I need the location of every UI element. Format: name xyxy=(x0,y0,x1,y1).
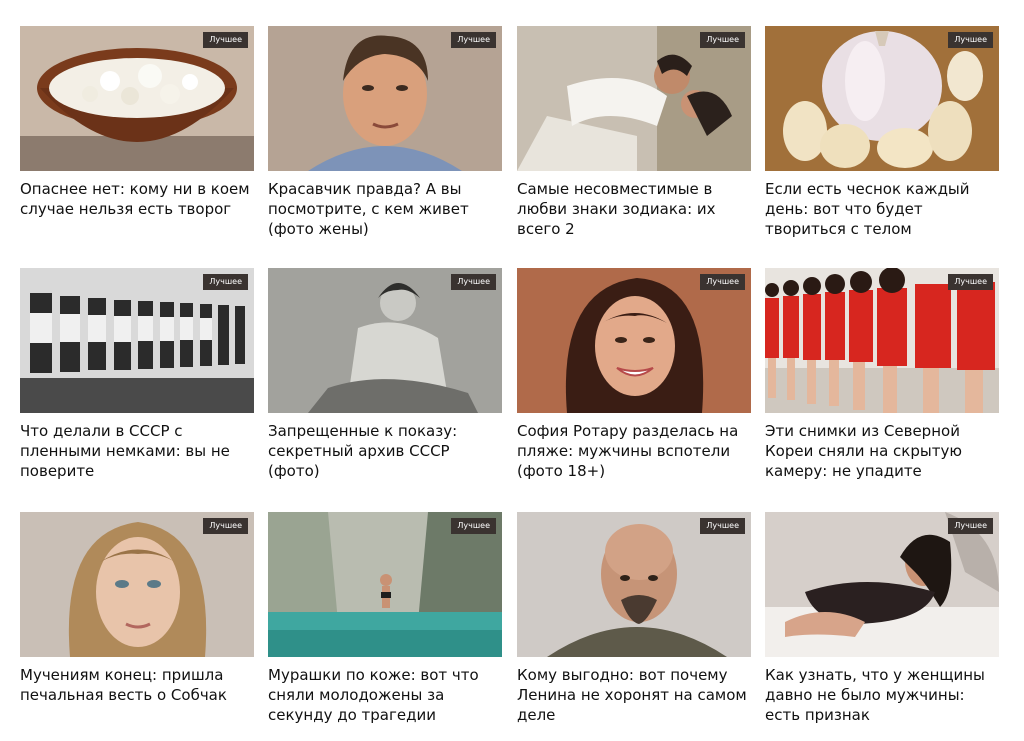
article-thumbnail[interactable]: Лучшее xyxy=(20,512,254,657)
badge-best: Лучшее xyxy=(700,518,745,534)
article-thumbnail[interactable]: Лучшее xyxy=(765,512,999,657)
article-thumbnail[interactable]: Лучшее xyxy=(517,26,751,171)
badge-best: Лучшее xyxy=(948,274,993,290)
badge-best: Лучшее xyxy=(203,32,248,48)
article-thumbnail[interactable]: Лучшее xyxy=(20,268,254,413)
article-title[interactable]: Опаснее нет: кому ни в коем случае нельз… xyxy=(20,179,254,219)
article-card[interactable]: Лучшее Запрещенные к показу: секретный а… xyxy=(268,268,502,481)
badge-best: Лучшее xyxy=(451,274,496,290)
article-title[interactable]: Как узнать, что у женщины давно не было … xyxy=(765,665,999,725)
badge-best: Лучшее xyxy=(203,274,248,290)
badge-best: Лучшее xyxy=(700,32,745,48)
article-title[interactable]: Красавчик правда? А вы посмотрите, с кем… xyxy=(268,179,502,239)
article-card[interactable]: Лучшее Кому выгодно: вот почему Ленина н… xyxy=(517,512,751,725)
article-title[interactable]: София Ротару разделась на пляже: мужчины… xyxy=(517,421,751,481)
badge-best: Лучшее xyxy=(451,32,496,48)
article-thumbnail[interactable]: Лучшее xyxy=(765,268,999,413)
article-card[interactable]: Лучшее Если есть чеснок каждый день: вот… xyxy=(765,26,999,239)
article-card[interactable]: Лучшее Опаснее нет: кому ни в коем случа… xyxy=(20,26,254,219)
article-card[interactable]: Лучшее София Ротару разделась на пляже: … xyxy=(517,268,751,481)
article-card[interactable]: Лучшее Мучениям конец: пришла печальная … xyxy=(20,512,254,705)
badge-best: Лучшее xyxy=(948,32,993,48)
article-card[interactable]: Лучшее Эти снимки из Северной Кореи снял… xyxy=(765,268,999,481)
article-card[interactable]: Лучшее Мурашки по коже: вот что сняли мо… xyxy=(268,512,502,725)
article-thumbnail[interactable]: Лучшее xyxy=(517,512,751,657)
article-thumbnail[interactable]: Лучшее xyxy=(517,268,751,413)
article-title[interactable]: Кому выгодно: вот почему Ленина не хорон… xyxy=(517,665,751,725)
article-thumbnail[interactable]: Лучшее xyxy=(20,26,254,171)
badge-best: Лучшее xyxy=(203,518,248,534)
badge-best: Лучшее xyxy=(700,274,745,290)
article-title[interactable]: Самые несовместимые в любви знаки зодиак… xyxy=(517,179,751,239)
article-thumbnail[interactable]: Лучшее xyxy=(765,26,999,171)
article-title[interactable]: Запрещенные к показу: секретный архив СС… xyxy=(268,421,502,481)
article-grid: Лучшее Опаснее нет: кому ни в коем случа… xyxy=(0,0,1024,741)
badge-best: Лучшее xyxy=(451,518,496,534)
article-card[interactable]: Лучшее Что делали в СССР с пленными немк… xyxy=(20,268,254,481)
article-title[interactable]: Эти снимки из Северной Кореи сняли на ск… xyxy=(765,421,999,481)
article-title[interactable]: Если есть чеснок каждый день: вот что бу… xyxy=(765,179,999,239)
article-thumbnail[interactable]: Лучшее xyxy=(268,26,502,171)
article-title[interactable]: Что делали в СССР с пленными немками: вы… xyxy=(20,421,254,481)
article-card[interactable]: Лучшее Как узнать, что у женщины давно н… xyxy=(765,512,999,725)
article-thumbnail[interactable]: Лучшее xyxy=(268,512,502,657)
badge-best: Лучшее xyxy=(948,518,993,534)
article-card[interactable]: Лучшее Красавчик правда? А вы посмотрите… xyxy=(268,26,502,239)
article-card[interactable]: Лучшее Самые несовместимые в любви знаки… xyxy=(517,26,751,239)
article-thumbnail[interactable]: Лучшее xyxy=(268,268,502,413)
article-title[interactable]: Мурашки по коже: вот что сняли молодожен… xyxy=(268,665,502,725)
article-title[interactable]: Мучениям конец: пришла печальная весть о… xyxy=(20,665,254,705)
